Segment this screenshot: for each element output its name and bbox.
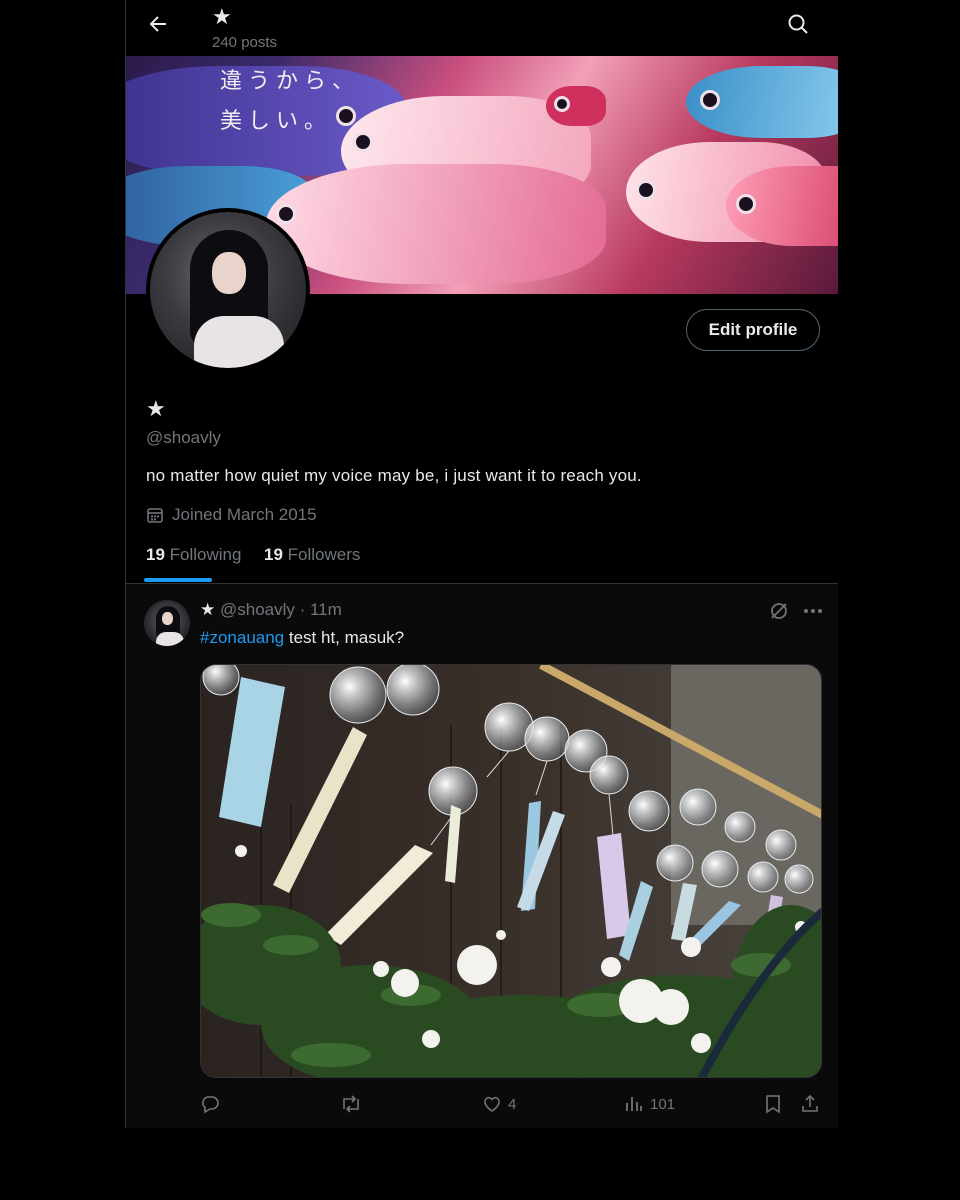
post-text: #zonauang test ht, masuk? bbox=[200, 628, 404, 648]
post-count: 240 posts bbox=[212, 34, 278, 51]
calendar-icon bbox=[147, 508, 163, 523]
bookmark-icon bbox=[766, 1095, 780, 1114]
more-icon[interactable] bbox=[802, 600, 824, 622]
repost-button[interactable] bbox=[340, 1094, 368, 1114]
wind-chimes-photo bbox=[201, 665, 821, 1077]
profile-handle: @shoavly bbox=[146, 428, 221, 447]
share-button[interactable] bbox=[800, 1094, 826, 1114]
share-icon bbox=[802, 1094, 818, 1112]
post-actions: 4 101 bbox=[200, 1094, 822, 1118]
post-avatar-shirt bbox=[156, 632, 184, 646]
bookmark-button[interactable] bbox=[764, 1094, 788, 1114]
like-button[interactable]: 4 bbox=[482, 1094, 516, 1114]
banner-caption: 違うから、 美しい。 bbox=[220, 62, 360, 142]
post-handle-time[interactable]: @shoavly · 11m bbox=[220, 600, 342, 619]
banner-caption-line: 違うから、 bbox=[220, 69, 361, 94]
profile-avatar[interactable] bbox=[146, 208, 310, 372]
followers-count: 19 bbox=[264, 545, 283, 564]
banner-fish bbox=[546, 86, 606, 126]
post-image[interactable] bbox=[200, 664, 822, 1078]
views-chart-icon bbox=[626, 1097, 642, 1111]
hashtag-link[interactable]: #zonauang bbox=[200, 628, 284, 647]
profile-page: ★ 240 posts 違うから、 美しい。 Edit profile ★ @s… bbox=[125, 0, 838, 1128]
following-link[interactable]: 19 Following bbox=[146, 545, 241, 565]
search-icon[interactable] bbox=[786, 12, 810, 36]
grok-icon[interactable] bbox=[768, 600, 790, 622]
view-count: 101 bbox=[650, 1095, 676, 1113]
title-star-icon: ★ bbox=[212, 4, 232, 29]
views-button[interactable]: 101 bbox=[624, 1094, 675, 1114]
heart-icon bbox=[484, 1096, 500, 1112]
display-name-star-icon: ★ bbox=[146, 396, 166, 421]
post-card[interactable]: ★ @shoavly · 11m #zonauang test ht, masu… bbox=[126, 584, 838, 1128]
post-header: ★ @shoavly · 11m bbox=[200, 600, 342, 620]
joined-text: Joined March 2015 bbox=[172, 505, 317, 524]
post-avatar-face bbox=[162, 612, 173, 625]
edit-profile-button[interactable]: Edit profile bbox=[686, 309, 820, 351]
active-tab-indicator bbox=[144, 578, 212, 582]
following-count: 19 bbox=[146, 545, 165, 564]
banner-fish bbox=[266, 164, 606, 284]
banner-fish bbox=[686, 66, 838, 138]
avatar-face bbox=[212, 252, 246, 294]
top-bar: ★ 240 posts bbox=[126, 0, 838, 56]
avatar-photo bbox=[150, 212, 306, 368]
banner-caption-line: 美しい。 bbox=[220, 109, 333, 134]
joined-date: Joined March 2015 bbox=[146, 505, 317, 525]
post-avatar[interactable] bbox=[144, 600, 190, 646]
profile-bio: no matter how quiet my voice may be, i j… bbox=[146, 466, 642, 485]
back-arrow-icon[interactable] bbox=[146, 12, 170, 36]
reply-button[interactable] bbox=[200, 1094, 226, 1114]
following-label: Following bbox=[169, 545, 242, 564]
post-body: test ht, masuk? bbox=[284, 628, 405, 647]
followers-label: Followers bbox=[287, 545, 361, 564]
reply-icon bbox=[202, 1096, 219, 1114]
post-author-star-icon: ★ bbox=[200, 600, 216, 619]
followers-link[interactable]: 19 Followers bbox=[264, 545, 360, 565]
avatar-shirt bbox=[194, 316, 284, 368]
repost-icon bbox=[343, 1095, 359, 1113]
like-count: 4 bbox=[508, 1095, 517, 1113]
